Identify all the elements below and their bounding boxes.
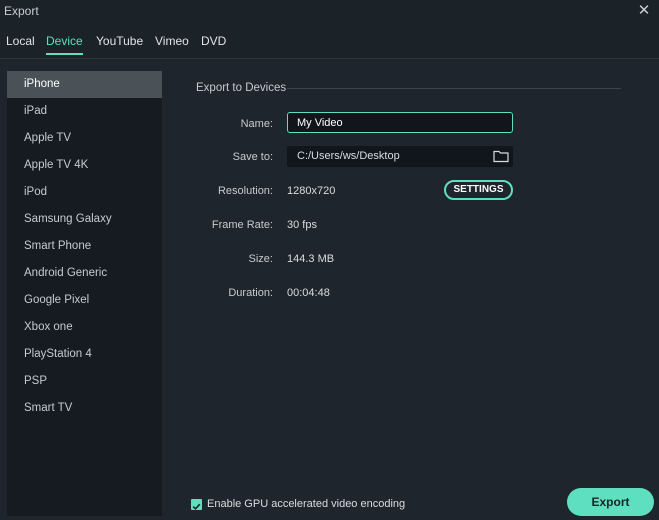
name-label: Name: <box>240 118 273 130</box>
close-button[interactable]: ✕ <box>635 2 653 20</box>
section-title: Export to Devices <box>196 82 287 94</box>
name-input[interactable] <box>287 112 513 133</box>
export-button[interactable]: Export <box>567 488 654 516</box>
gpu-checkbox[interactable] <box>191 499 202 510</box>
save-path-value: C:/Users/ws/Desktop <box>297 150 400 162</box>
title-bar: Export ✕ <box>0 0 659 24</box>
frame-rate-label: Frame Rate: <box>211 219 273 231</box>
device-item-ipad[interactable]: iPad <box>7 98 162 125</box>
resolution-value: 1280x720 <box>287 185 336 197</box>
save-to-label: Save to: <box>232 151 273 163</box>
device-list: iPhone iPad Apple TV Apple TV 4K iPod Sa… <box>7 71 162 516</box>
device-item-google-pixel[interactable]: Google Pixel <box>7 287 162 314</box>
gpu-checkbox-label[interactable]: Enable GPU accelerated video encoding <box>207 498 405 510</box>
tab-vimeo[interactable]: Vimeo <box>155 34 189 48</box>
resolution-label: Resolution: <box>217 185 273 197</box>
save-path-field[interactable]: C:/Users/ws/Desktop <box>287 146 513 167</box>
device-item-smart-tv[interactable]: Smart TV <box>7 395 162 422</box>
device-item-psp[interactable]: PSP <box>7 368 162 395</box>
section-divider <box>287 88 621 89</box>
tab-local[interactable]: Local <box>6 34 35 48</box>
duration-value: 00:04:48 <box>287 287 330 299</box>
device-item-samsung-galaxy[interactable]: Samsung Galaxy <box>7 206 162 233</box>
tab-device-label: Device <box>46 34 83 48</box>
tab-youtube[interactable]: YouTube <box>96 34 143 48</box>
active-tab-indicator <box>46 53 83 55</box>
tab-device[interactable]: Device <box>46 34 83 55</box>
device-item-iphone[interactable]: iPhone <box>7 71 162 98</box>
close-icon: ✕ <box>637 2 651 19</box>
folder-icon[interactable] <box>493 149 509 163</box>
tab-bar: Local Device YouTube Vimeo DVD <box>0 24 659 59</box>
duration-label: Duration: <box>228 287 273 299</box>
tab-dvd[interactable]: DVD <box>201 34 226 48</box>
device-item-ipod[interactable]: iPod <box>7 179 162 206</box>
size-label: Size: <box>248 253 273 265</box>
device-item-playstation-4[interactable]: PlayStation 4 <box>7 341 162 368</box>
device-item-android-generic[interactable]: Android Generic <box>7 260 162 287</box>
settings-button[interactable]: SETTINGS <box>444 180 513 200</box>
device-item-smart-phone[interactable]: Smart Phone <box>7 233 162 260</box>
device-item-apple-tv-4k[interactable]: Apple TV 4K <box>7 152 162 179</box>
checkmark-icon <box>192 503 201 510</box>
frame-rate-value: 30 fps <box>287 219 317 231</box>
device-item-apple-tv[interactable]: Apple TV <box>7 125 162 152</box>
window-title: Export <box>4 4 39 18</box>
device-item-xbox-one[interactable]: Xbox one <box>7 314 162 341</box>
size-value: 144.3 MB <box>287 253 335 265</box>
